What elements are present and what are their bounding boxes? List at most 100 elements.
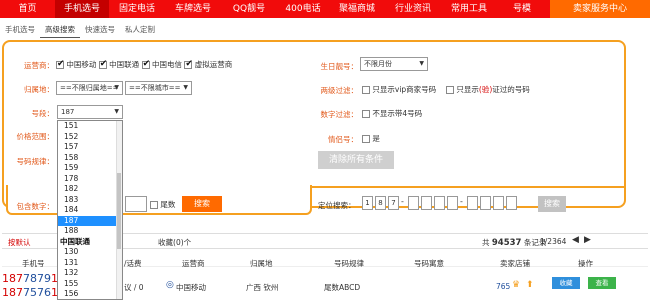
locate-digit[interactable]: 7 [388, 196, 399, 210]
nav-model[interactable]: 号模 [497, 0, 547, 18]
china-mobile-icon: ◎ [166, 280, 174, 290]
locate-digit[interactable] [421, 196, 432, 210]
nav-landline[interactable]: 固定电话 [109, 0, 165, 18]
locate-digit[interactable] [447, 196, 458, 210]
region-label: 归属地： [24, 85, 54, 94]
segment-option[interactable]: 188 [58, 226, 122, 237]
next-page-icon[interactable]: ▶ [584, 235, 591, 245]
birthday-label: 生日靓号： [320, 62, 359, 71]
locate-search-button[interactable]: 搜索 [538, 196, 566, 212]
vip-label: 只显示vip商家号码 [372, 85, 437, 94]
favorites-count[interactable]: 收藏(0)个 [158, 237, 191, 248]
view-button[interactable]: 查看 [588, 277, 616, 289]
segment-option[interactable]: 183 [58, 195, 122, 206]
scrollbar-thumb[interactable] [117, 173, 121, 249]
row-region: 广西 钦州 [246, 283, 279, 292]
nav-qq[interactable]: QQ靓号 [221, 0, 277, 18]
phone-middle: 7879 [23, 272, 51, 285]
segment-option[interactable]: 182 [58, 184, 122, 195]
segment-option[interactable]: 159 [58, 163, 122, 174]
locate-label: 定位搜索： [318, 201, 356, 210]
nav-mall[interactable]: 聚福商城 [329, 0, 385, 18]
segment-option[interactable]: 157 [58, 142, 122, 153]
couple-checkbox[interactable] [362, 135, 370, 143]
segment-option[interactable]: 155 [58, 279, 122, 290]
seller-service-button[interactable]: 卖家服务中心 [550, 0, 650, 18]
couple-option: 是 [362, 133, 380, 144]
verified-prefix: 只显示 [456, 85, 479, 94]
tab-advanced[interactable]: 高级搜索 [40, 22, 80, 38]
segment-option[interactable]: 178 [58, 174, 122, 185]
total-records: 共 94537 条记录 [482, 237, 546, 248]
carrier-checkbox[interactable] [184, 59, 193, 69]
tab-quick[interactable]: 快速选号 [80, 22, 120, 38]
price-label: 价格范围： [16, 132, 55, 141]
clear-all-button[interactable]: 清除所有条件 [318, 151, 394, 169]
nav-plate[interactable]: 车牌选号 [165, 0, 221, 18]
row-fee: 议 / 0 [124, 283, 144, 292]
birthday-select[interactable]: 不限月份 ▼ [360, 57, 428, 71]
favorites-number: 0 [175, 238, 181, 247]
phone-number[interactable]: 187787912 [2, 272, 65, 285]
carrier-mobile-label: 中国移动 [66, 60, 97, 69]
carrier-checkbox[interactable] [56, 59, 65, 69]
segment-option[interactable]: 151 [58, 121, 122, 132]
carrier-unicom-label: 中国联通 [109, 60, 140, 69]
locate-digit[interactable] [480, 196, 491, 210]
nav-400[interactable]: 400电话 [277, 0, 329, 18]
verified-suffix: 证过的号码 [492, 85, 530, 94]
segment-option[interactable]: 130 [58, 247, 122, 258]
total-count: 94537 [491, 238, 522, 248]
locate-digit[interactable]: 1 [362, 196, 373, 210]
nav-mobile[interactable]: 手机选号 [55, 0, 109, 18]
segment-option[interactable]: 132 [58, 268, 122, 279]
tail-checkbox[interactable] [150, 201, 158, 209]
segment-select[interactable]: 187 ▼ [57, 105, 123, 119]
province-select[interactable]: ==不限归属地== ▼ [56, 81, 123, 95]
verified-checkbox[interactable] [446, 86, 454, 94]
segment-option[interactable]: 152 [58, 132, 122, 143]
locate-digit[interactable] [506, 196, 517, 210]
vip-checkbox[interactable] [362, 86, 370, 94]
col-rule: 号码规律 [334, 259, 364, 268]
locate-digit[interactable] [434, 196, 445, 210]
total-prefix: 共 [482, 238, 490, 247]
locate-digit[interactable] [493, 196, 504, 210]
province-value: ==不限归属地== [60, 84, 119, 92]
birthday-value: 不限月份 [364, 60, 392, 68]
prev-page-icon[interactable]: ◀ [572, 235, 579, 245]
col-shop: 卖家店铺 [500, 259, 530, 268]
segment-option[interactable]: 158 [58, 153, 122, 164]
favorite-button[interactable]: 收藏 [552, 277, 580, 289]
tab-custom[interactable]: 私人定制 [120, 22, 160, 38]
panel-divider [312, 186, 624, 188]
no4-label: 不显示带4号码 [372, 109, 423, 118]
phone-number[interactable]: 187757612 [2, 286, 65, 299]
locate-dash: - [460, 197, 463, 206]
segment-option[interactable]: 187 [58, 215, 122, 226]
locate-digit[interactable] [408, 196, 419, 210]
locate-digit[interactable]: 8 [375, 196, 386, 210]
city-select[interactable]: ==不限城市== ▼ [125, 81, 192, 95]
col-region: 归属地 [250, 259, 273, 268]
no4-checkbox[interactable] [362, 110, 370, 118]
carrier-checkbox[interactable] [98, 59, 107, 69]
nav-home[interactable]: 首页 [0, 0, 55, 18]
row-carrier: 中国移动 [176, 283, 206, 292]
tab-mobile[interactable]: 手机选号 [0, 22, 40, 38]
contains-input[interactable] [125, 196, 147, 212]
search-button[interactable]: 搜索 [182, 196, 222, 212]
favorites-unit: 个 [183, 238, 192, 247]
nav-tools[interactable]: 常用工具 [441, 0, 497, 18]
digit-filter-label: 数字过滤： [320, 110, 359, 119]
locate-digit[interactable] [467, 196, 478, 210]
col-phone: 手机号 [22, 259, 45, 268]
row-shop[interactable]: 765 [496, 282, 510, 291]
segment-option[interactable]: 131 [58, 258, 122, 269]
nav-news[interactable]: 行业资讯 [385, 0, 441, 18]
dropdown-scrollbar[interactable] [116, 121, 122, 299]
segment-option[interactable]: 156 [58, 289, 122, 299]
carrier-checkbox[interactable] [141, 59, 150, 69]
segment-option[interactable]: 184 [58, 205, 122, 216]
sort-default[interactable]: 按默认 [8, 237, 31, 248]
